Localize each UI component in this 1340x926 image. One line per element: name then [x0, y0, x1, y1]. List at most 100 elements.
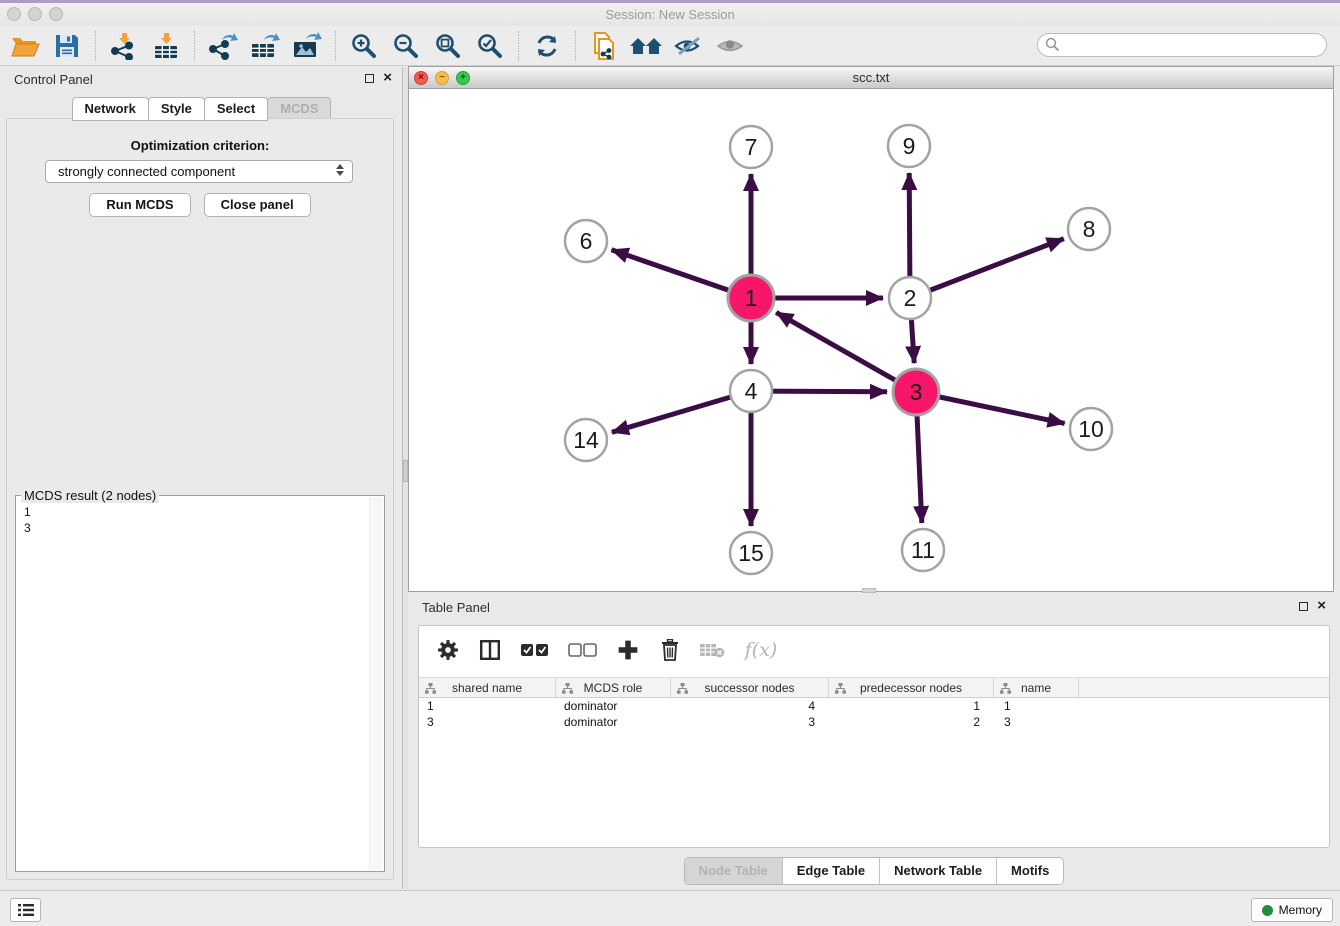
- table-cell[interactable]: 1: [419, 699, 556, 715]
- zoom-selected-button[interactable]: [471, 29, 509, 63]
- column-label: predecessor nodes: [860, 681, 962, 695]
- eye-icon: [715, 34, 745, 58]
- tab-style[interactable]: Style: [148, 97, 205, 121]
- graph-node-14[interactable]: 14: [565, 419, 607, 461]
- result-scrollbar[interactable]: [369, 497, 383, 870]
- float-table-panel-icon[interactable]: [1299, 602, 1308, 611]
- show-panels-button[interactable]: [711, 29, 749, 63]
- graph-node-6[interactable]: 6: [565, 220, 607, 262]
- toolbar-separator: [335, 31, 336, 61]
- control-panel: Control Panel × NetworkStyleSelectMCDS O…: [0, 67, 402, 889]
- criterion-dropdown[interactable]: strongly connected component: [45, 160, 353, 183]
- network-overview-button[interactable]: [627, 29, 665, 63]
- close-panel-icon[interactable]: ×: [383, 73, 392, 83]
- show-columns-button[interactable]: [477, 637, 503, 663]
- attribute-type-icon: [835, 683, 846, 694]
- graph-node-9[interactable]: 9: [888, 125, 930, 167]
- toolbar-separator: [95, 31, 96, 61]
- tab-node-table[interactable]: Node Table: [685, 858, 783, 884]
- table-cell[interactable]: 1: [994, 699, 1079, 715]
- graph-node-10[interactable]: 10: [1070, 408, 1112, 450]
- graph-node-4[interactable]: 4: [730, 370, 772, 412]
- memory-status-icon: [1262, 905, 1273, 916]
- main-toolbar: [0, 26, 1340, 66]
- export-image-button[interactable]: [288, 29, 326, 63]
- refresh-icon: [534, 33, 560, 59]
- column-header-MCDS-role[interactable]: MCDS role: [556, 678, 671, 697]
- table-cell[interactable]: 1: [829, 699, 994, 715]
- export-network-button[interactable]: [204, 29, 242, 63]
- node-label: 7: [745, 134, 758, 160]
- task-list-icon: [17, 903, 35, 917]
- horizontal-splitter-handle[interactable]: [862, 588, 876, 593]
- node-label: 6: [580, 228, 593, 254]
- hide-panels-button[interactable]: [669, 29, 707, 63]
- tab-edge-table[interactable]: Edge Table: [783, 858, 880, 884]
- refresh-view-button[interactable]: [528, 29, 566, 63]
- column-header-name[interactable]: name: [994, 678, 1079, 697]
- table-cell[interactable]: 3: [419, 715, 556, 731]
- import-table-button[interactable]: [147, 29, 185, 63]
- export-table-button[interactable]: [246, 29, 284, 63]
- add-row-button[interactable]: [615, 637, 641, 663]
- graph-node-8[interactable]: 8: [1068, 208, 1110, 250]
- graph-node-11[interactable]: 11: [902, 529, 944, 571]
- mcds-result-title: MCDS result (2 nodes): [21, 488, 159, 503]
- optimization-criterion-label: Optimization criterion:: [7, 138, 393, 153]
- table-toolbar: f(x): [419, 626, 1329, 674]
- unselect-all-button[interactable]: [567, 637, 599, 663]
- column-header-predecessor-nodes[interactable]: predecessor nodes: [829, 678, 994, 697]
- zoom-in-button[interactable]: [345, 29, 383, 63]
- run-mcds-button[interactable]: Run MCDS: [89, 193, 190, 217]
- app-titlebar[interactable]: Session: New Session: [0, 3, 1340, 26]
- memory-button[interactable]: Memory: [1251, 898, 1333, 922]
- tab-network[interactable]: Network: [72, 97, 149, 121]
- task-history-button[interactable]: [10, 898, 41, 922]
- zoom-out-button[interactable]: [387, 29, 425, 63]
- column-header-successor-nodes[interactable]: successor nodes: [671, 678, 829, 697]
- search-icon: [1045, 37, 1060, 52]
- table-cell[interactable]: 3: [994, 715, 1079, 731]
- tab-network-table[interactable]: Network Table: [880, 858, 997, 884]
- float-panel-icon[interactable]: [365, 74, 374, 83]
- table-row[interactable]: 1dominator411: [419, 699, 1329, 715]
- tab-select[interactable]: Select: [204, 97, 268, 121]
- table-cell[interactable]: dominator: [556, 699, 671, 715]
- delete-table-icon: [699, 641, 725, 659]
- import-network-button[interactable]: [105, 29, 143, 63]
- graph-node-1[interactable]: 1: [728, 275, 774, 321]
- column-header-shared-name[interactable]: shared name: [419, 678, 556, 697]
- mcds-result-box: MCDS result (2 nodes) 13: [15, 495, 385, 872]
- mcds-result-list: 13: [16, 500, 39, 540]
- close-panel-button[interactable]: Close panel: [204, 193, 311, 217]
- save-session-button[interactable]: [48, 29, 86, 63]
- table-cell[interactable]: 4: [671, 699, 829, 715]
- graph-node-7[interactable]: 7: [730, 126, 772, 168]
- table-header-row: shared name MCDS rolesuccessor nodes prede…: [419, 677, 1329, 698]
- network-view-window: × − + scc.txt 1 2 3 4 6 7 8 9 10 11 14 15: [408, 66, 1334, 592]
- table-settings-button[interactable]: [435, 637, 461, 663]
- table-cell[interactable]: 3: [671, 715, 829, 731]
- graph-node-3[interactable]: 3: [893, 369, 939, 415]
- select-all-button[interactable]: [519, 637, 551, 663]
- clone-network-button[interactable]: [585, 29, 623, 63]
- table-cell[interactable]: dominator: [556, 715, 671, 731]
- graph-node-15[interactable]: 15: [730, 532, 772, 574]
- zoom-fit-button[interactable]: [429, 29, 467, 63]
- table-row[interactable]: 3dominator323: [419, 715, 1329, 731]
- tab-motifs[interactable]: Motifs: [997, 858, 1063, 884]
- node-label: 2: [904, 285, 917, 311]
- graph-node-2[interactable]: 2: [889, 277, 931, 319]
- close-table-panel-icon[interactable]: ×: [1317, 601, 1326, 611]
- column-label: shared name: [452, 681, 522, 695]
- network-canvas[interactable]: 1 2 3 4 6 7 8 9 10 11 14 15: [409, 89, 1333, 591]
- toolbar-separator: [518, 31, 519, 61]
- table-cell[interactable]: 2: [829, 715, 994, 731]
- trash-icon: [660, 639, 680, 661]
- delete-row-button[interactable]: [657, 637, 683, 663]
- open-session-button[interactable]: [6, 29, 44, 63]
- search-input[interactable]: [1037, 33, 1327, 57]
- node-label: 9: [903, 133, 916, 159]
- graph-edge-2-8[interactable]: [910, 239, 1064, 298]
- network-window-titlebar[interactable]: × − + scc.txt: [409, 67, 1333, 89]
